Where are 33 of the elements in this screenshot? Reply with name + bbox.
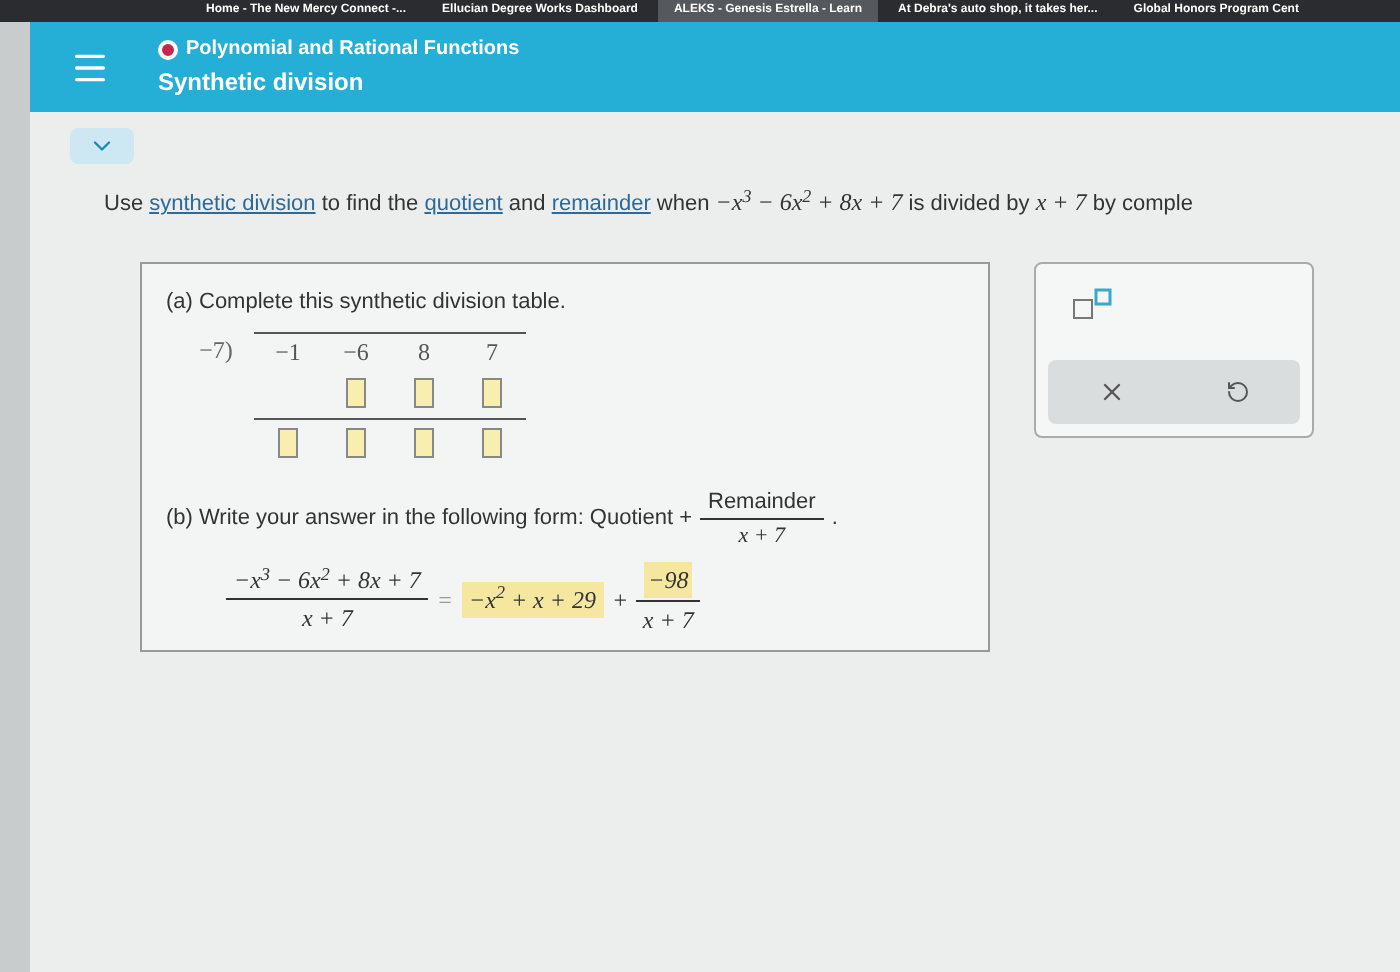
fraction-denominator: x + 7 — [642, 603, 694, 637]
superscript-icon[interactable] — [1072, 287, 1112, 319]
fraction-numerator: Remainder — [700, 485, 824, 520]
part-a-label: (a) Complete this synthetic division table. — [166, 289, 566, 313]
remainder-field[interactable]: −98 — [644, 561, 693, 597]
question-text: Use synthetic division to find the quotient and remainder when −x$^{3}$ − 6x$^{2}$ + 8x + 7 is divided by x + 7 by comple — [102, 184, 1195, 220]
undo-icon[interactable] — [1226, 379, 1250, 403]
coefficient: −1 — [254, 331, 322, 369]
part-b-label: (b) Write your answer in the following form: Quotient + — [166, 504, 692, 535]
coefficient: 7 — [458, 331, 526, 369]
expand-button[interactable] — [70, 128, 134, 164]
fraction-denominator: x + 7 — [738, 522, 786, 552]
answer-box[interactable] — [414, 427, 434, 457]
quotient-field[interactable]: −x$^{2}$ + x + 29 — [461, 581, 604, 617]
coefficient: 8 — [390, 331, 458, 369]
answer-box[interactable] — [346, 378, 366, 408]
answer-box[interactable] — [482, 378, 502, 408]
fraction-denominator: x + 7 — [301, 602, 353, 636]
term-link[interactable]: synthetic division — [149, 192, 316, 216]
topic-title: Polynomial and Rational Functions — [186, 36, 520, 64]
answer-box[interactable] — [278, 427, 298, 457]
divisor: −7) — [199, 334, 233, 368]
coefficient: −6 — [322, 331, 390, 369]
term-link[interactable]: quotient — [424, 192, 503, 216]
plus-sign: + — [611, 583, 629, 617]
term-link[interactable]: remainder — [551, 192, 651, 216]
fraction-numerator: −x$^{3}$ − 6x$^{2}$ + 8x + 7 — [226, 562, 429, 600]
equals-sign: = — [436, 583, 454, 617]
answer-box[interactable] — [414, 378, 434, 408]
lesson-title: Synthetic division — [158, 66, 366, 100]
answer-box[interactable] — [346, 427, 366, 457]
answer-box[interactable] — [482, 427, 502, 457]
period: . — [831, 504, 838, 535]
